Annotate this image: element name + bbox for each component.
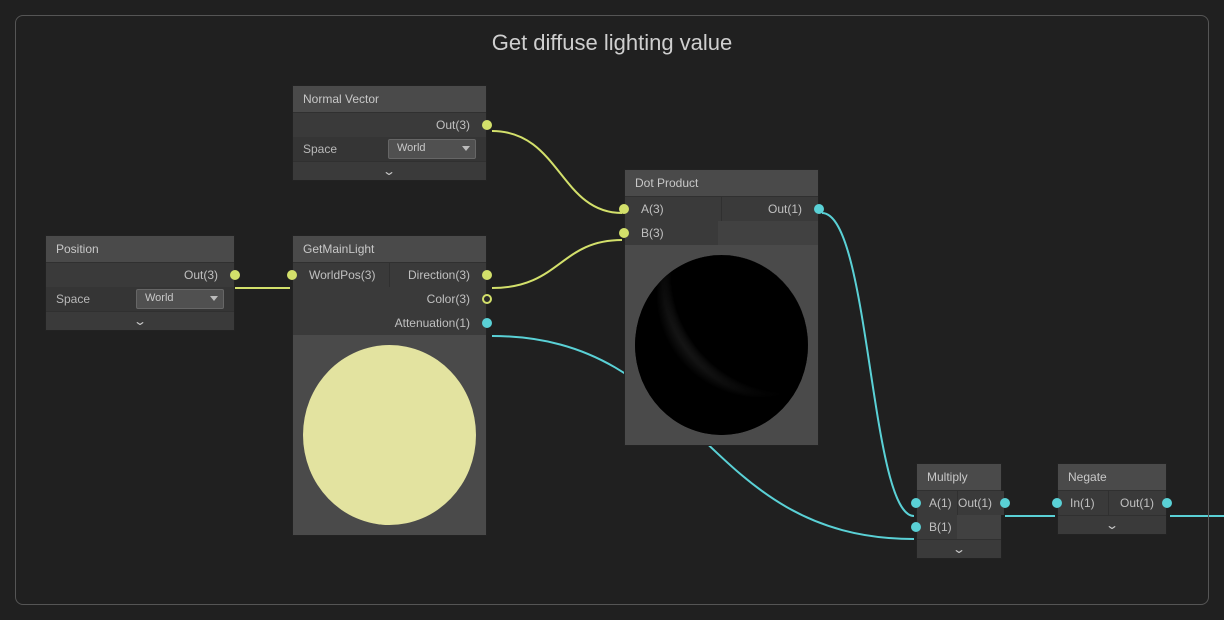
chevron-down-icon: ⌄ xyxy=(382,164,396,178)
chevron-down-icon: ⌄ xyxy=(133,314,147,328)
port-label-out: Out(1) xyxy=(768,202,818,216)
preview-sphere-icon xyxy=(635,255,808,435)
node-dot-product[interactable]: Dot Product A(3) Out(1) B(3) xyxy=(624,169,819,446)
node-multiply[interactable]: Multiply A(1) Out(1) B(1) ⌄ xyxy=(916,463,1002,559)
node-dot-header[interactable]: Dot Product xyxy=(625,170,818,197)
port-dot-a-in[interactable] xyxy=(619,204,629,214)
port-label-in: In(1) xyxy=(1058,496,1095,510)
dropdown-space[interactable]: World xyxy=(388,139,476,159)
dropdown-space[interactable]: World xyxy=(136,289,224,309)
node-negate-header[interactable]: Negate xyxy=(1058,464,1166,491)
port-gml-color-out[interactable] xyxy=(482,294,492,304)
port-label-attenuation: Attenuation(1) xyxy=(395,316,486,330)
collapse-toggle[interactable]: ⌄ xyxy=(46,311,234,330)
port-label-out: Out(3) xyxy=(436,118,486,132)
node-position[interactable]: Position Out(3) Space World ⌄ xyxy=(45,235,235,331)
node-position-header[interactable]: Position xyxy=(46,236,234,263)
node-preview xyxy=(625,245,818,445)
port-dot-out[interactable] xyxy=(814,204,824,214)
port-dot-b-in[interactable] xyxy=(619,228,629,238)
node-multiply-header[interactable]: Multiply xyxy=(917,464,1001,491)
node-preview xyxy=(293,335,486,535)
port-label-out: Out(1) xyxy=(958,496,1004,510)
port-label-a: A(3) xyxy=(625,202,664,216)
port-label-b: B(1) xyxy=(917,520,952,534)
port-multiply-out[interactable] xyxy=(1000,498,1010,508)
port-label-worldpos: WorldPos(3) xyxy=(293,268,375,282)
port-negate-out[interactable] xyxy=(1162,498,1172,508)
port-label-out: Out(3) xyxy=(184,268,234,282)
collapse-toggle[interactable]: ⌄ xyxy=(1058,515,1166,534)
port-gml-direction-out[interactable] xyxy=(482,270,492,280)
param-label-space: Space xyxy=(303,142,337,156)
node-negate[interactable]: Negate In(1) Out(1) ⌄ xyxy=(1057,463,1167,535)
port-position-out[interactable] xyxy=(230,270,240,280)
chevron-down-icon: ⌄ xyxy=(952,542,966,556)
preview-sphere-icon xyxy=(303,345,476,525)
port-label-color: Color(3) xyxy=(427,292,486,306)
port-gml-attenuation-out[interactable] xyxy=(482,318,492,328)
port-label-b: B(3) xyxy=(625,226,664,240)
node-gml-header[interactable]: GetMainLight xyxy=(293,236,486,263)
port-multiply-a-in[interactable] xyxy=(911,498,921,508)
group-title: Get diffuse lighting value xyxy=(16,30,1208,56)
port-negate-in[interactable] xyxy=(1052,498,1062,508)
port-label-out: Out(1) xyxy=(1120,496,1166,510)
port-label-direction: Direction(3) xyxy=(408,268,486,282)
port-label-a: A(1) xyxy=(917,496,952,510)
port-multiply-b-in[interactable] xyxy=(911,522,921,532)
node-normal-header[interactable]: Normal Vector xyxy=(293,86,486,113)
node-getmainlight[interactable]: GetMainLight WorldPos(3) Direction(3) Co… xyxy=(292,235,487,536)
port-gml-worldpos-in[interactable] xyxy=(287,270,297,280)
param-label-space: Space xyxy=(56,292,90,306)
port-normal-out[interactable] xyxy=(482,120,492,130)
collapse-toggle[interactable]: ⌄ xyxy=(917,539,1001,558)
collapse-toggle[interactable]: ⌄ xyxy=(293,161,486,180)
chevron-down-icon: ⌄ xyxy=(1105,518,1119,532)
node-normal-vector[interactable]: Normal Vector Out(3) Space World ⌄ xyxy=(292,85,487,181)
